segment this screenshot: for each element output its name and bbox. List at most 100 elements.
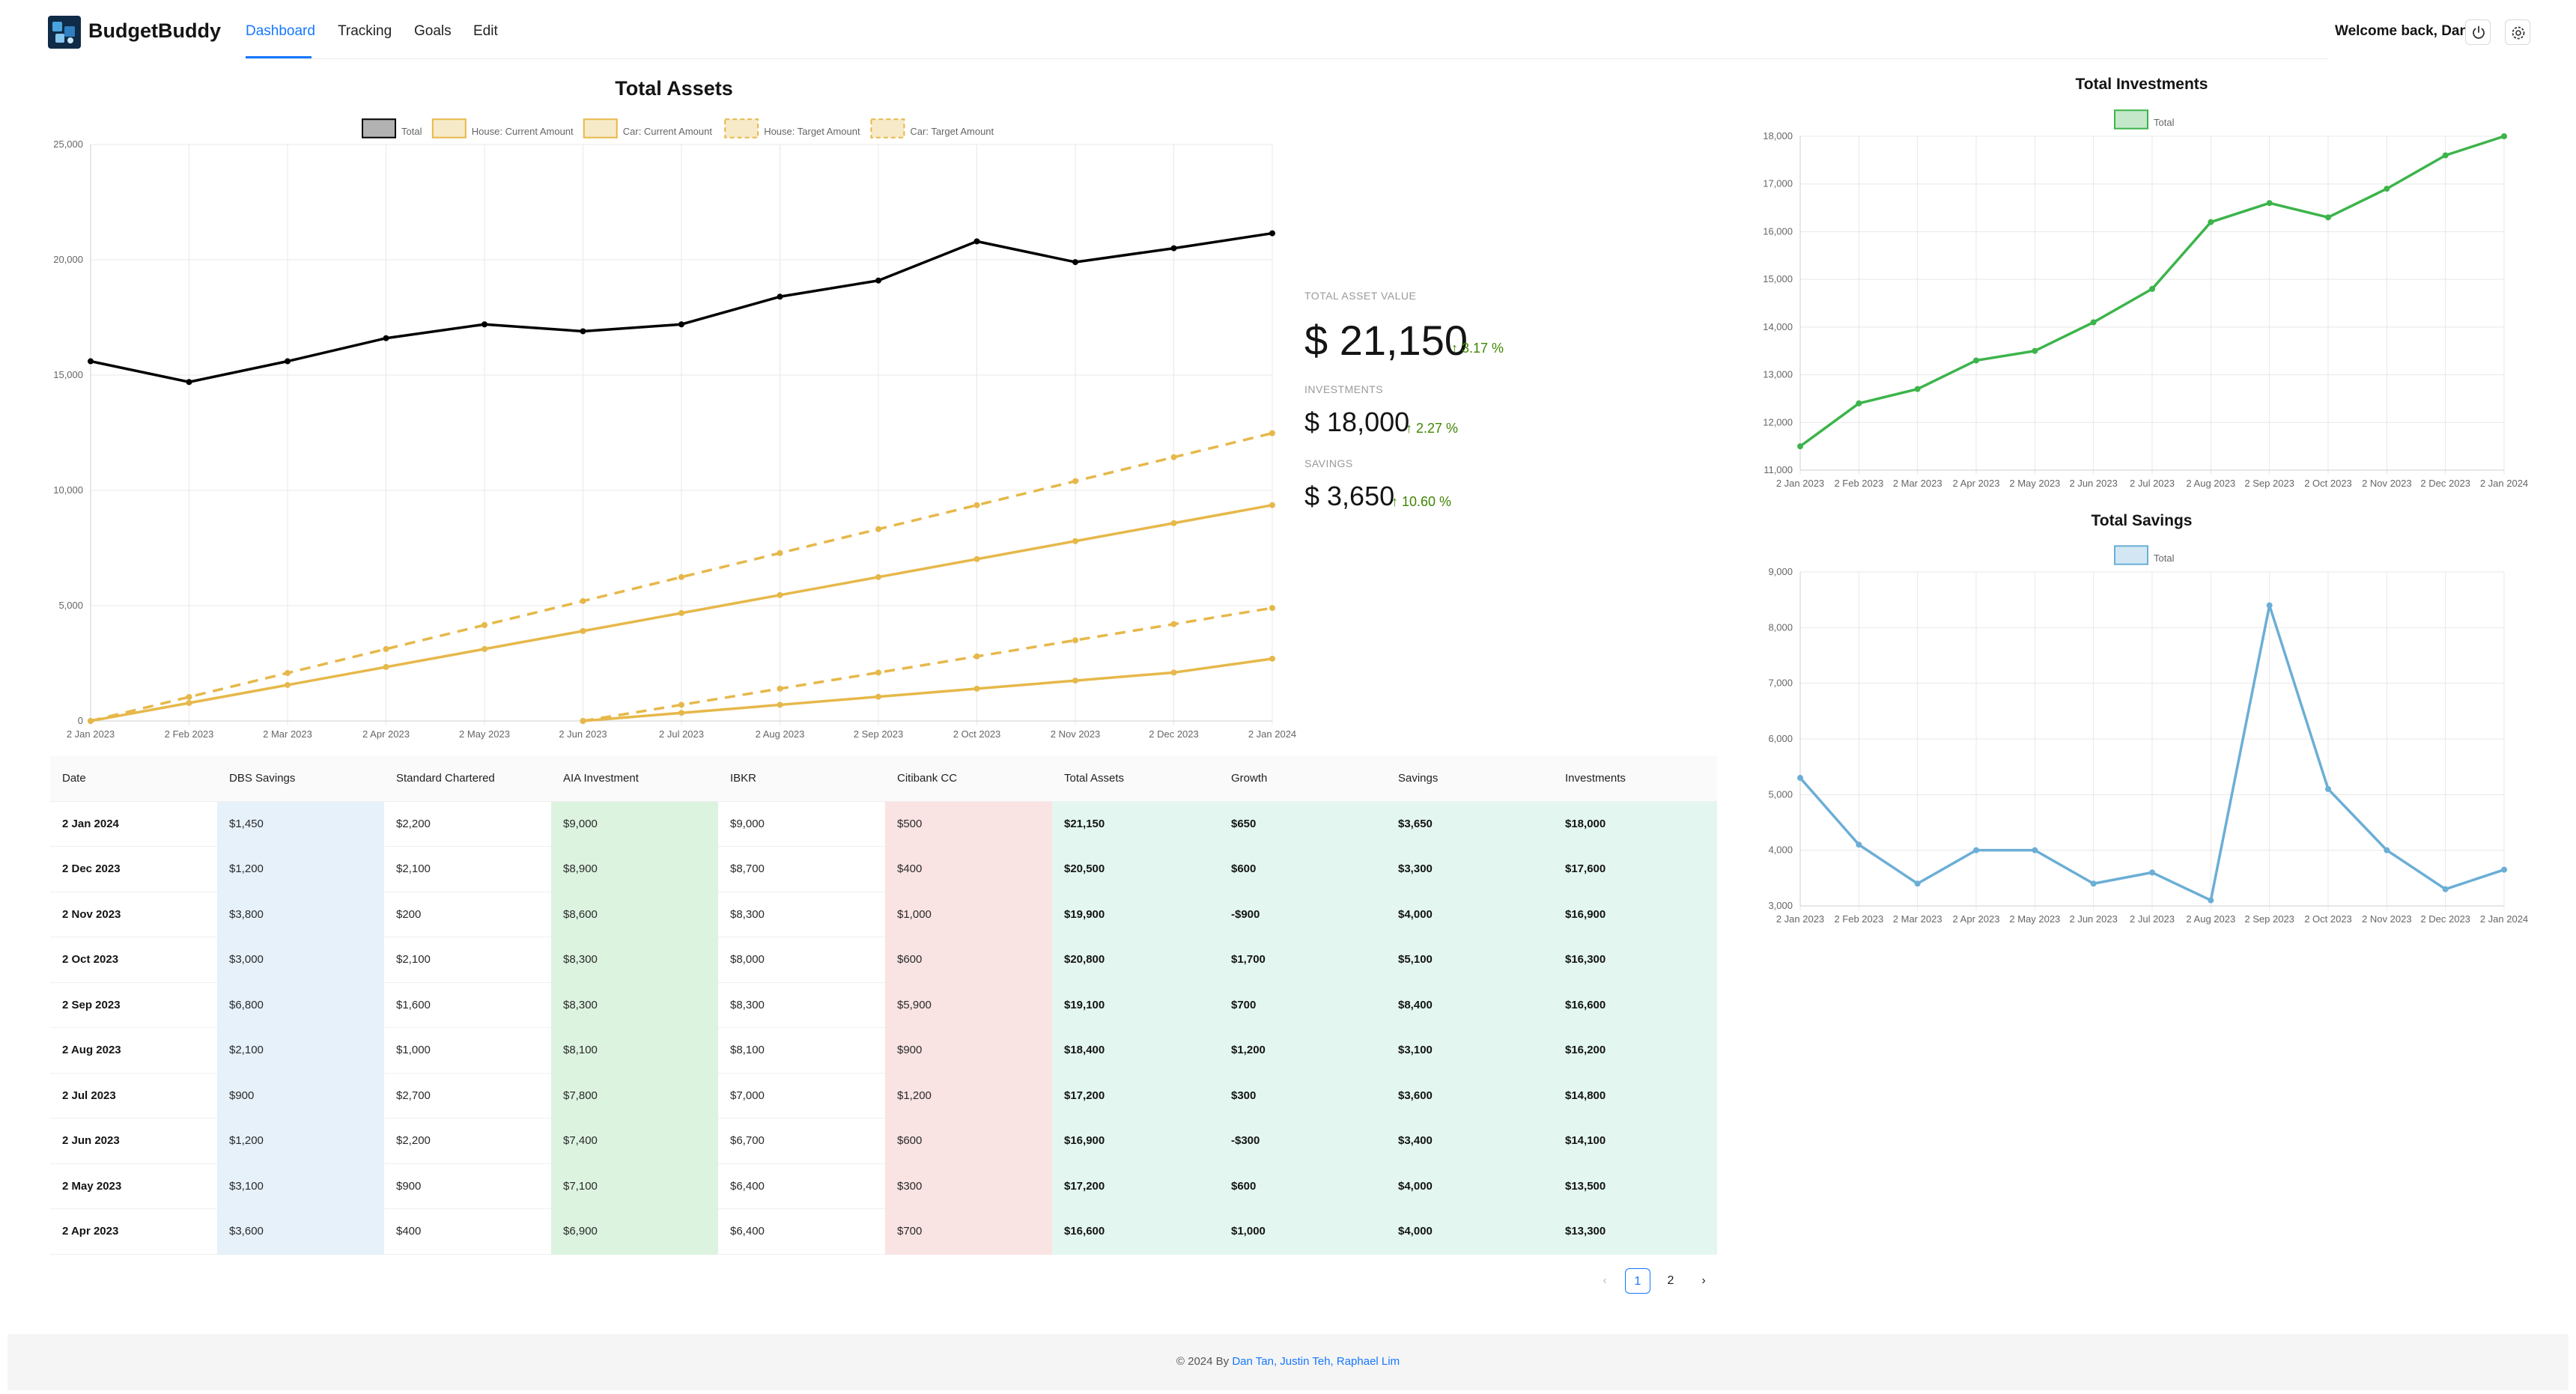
data-point xyxy=(2090,880,2097,887)
settings-button[interactable] xyxy=(2505,19,2530,45)
data-point xyxy=(2325,785,2331,792)
table-cell-aia-investment: $8,600 xyxy=(551,892,718,937)
data-point xyxy=(1973,357,1979,364)
x-tick-label: 2 Feb 2023 xyxy=(165,728,214,740)
x-tick-label: 2 Dec 2023 xyxy=(2420,478,2470,489)
footer-text: © 2024 By Dan Tan, Justin Teh, Raphael L… xyxy=(7,1355,2569,1368)
data-point xyxy=(1170,454,1177,460)
data-point xyxy=(186,379,192,386)
table-cell-ibkr: $8,000 xyxy=(718,937,885,983)
table-cell-growth: -$300 xyxy=(1219,1118,1386,1164)
x-tick-label: 2 Jan 2024 xyxy=(2480,913,2528,925)
table-cell-growth: $1,700 xyxy=(1219,937,1386,983)
footer: © 2024 By Dan Tan, Justin Teh, Raphael L… xyxy=(7,1334,2569,1390)
investments-label: INVESTMENTS xyxy=(1304,383,1384,395)
table-cell-ibkr: $6,400 xyxy=(718,1163,885,1209)
table-header-row: Date DBS Savings Standard Chartered AIA Inv… xyxy=(50,756,1717,802)
x-tick-label: 2 May 2023 xyxy=(459,728,510,740)
data-point xyxy=(383,663,389,670)
table-cell-citibank-cc: $300 xyxy=(885,1163,1052,1209)
table-cell-investments: $14,800 xyxy=(1553,1073,1717,1118)
total-asset-value: $ 21,150 xyxy=(1304,317,1468,364)
nav-goals[interactable]: Goals xyxy=(414,23,452,40)
data-point xyxy=(1170,669,1177,676)
table-cell-growth: $600 xyxy=(1219,1163,1386,1209)
table-row: 2 Oct 2023 $3,000 $2,100 $8,300 $8,000 $600 $2… xyxy=(50,937,1717,983)
data-point xyxy=(777,685,783,692)
table-cell-aia-investment: $7,800 xyxy=(551,1073,718,1118)
table-cell-dbs-savings: $3,100 xyxy=(217,1163,384,1209)
total-investments-title: Total Investments xyxy=(2075,76,2208,93)
table-cell-total-assets: $19,100 xyxy=(1052,982,1219,1028)
data-point xyxy=(383,645,389,652)
table-cell-savings: $3,650 xyxy=(1386,801,1553,847)
x-tick-label: 2 Feb 2023 xyxy=(1834,478,1883,489)
table-row: 2 Jan 2024 $1,450 $2,200 $9,000 $9,000 $500 $2… xyxy=(50,801,1717,847)
data-point xyxy=(580,328,586,335)
table-cell-total-assets: $17,200 xyxy=(1052,1073,1219,1118)
pagination-prev-button[interactable]: ‹ xyxy=(1592,1268,1617,1294)
data-point xyxy=(1973,847,1979,853)
data-point xyxy=(2384,847,2390,853)
x-tick-label: 2 Aug 2023 xyxy=(756,728,805,740)
table-cell-date: 2 Dec 2023 xyxy=(50,846,217,892)
legend-swatch xyxy=(583,118,618,139)
app-root: BudgetBuddy Dashboard Tracking Goals Edi… xyxy=(0,0,2576,1394)
data-point xyxy=(285,669,291,676)
budgetbuddy-logo-icon[interactable] xyxy=(48,16,81,49)
x-tick-label: 2 Jul 2023 xyxy=(659,728,704,740)
data-point xyxy=(2149,869,2155,876)
y-tick-label: 3,000 xyxy=(1768,900,1793,911)
pagination-page-1[interactable]: 1 xyxy=(1625,1268,1650,1294)
column-header-aia-investment: AIA Investment xyxy=(551,756,718,802)
data-point xyxy=(1170,520,1177,526)
data-point xyxy=(1269,502,1275,508)
data-point xyxy=(1914,880,1921,887)
arrow-up-icon: ↑ xyxy=(1451,341,1462,356)
data-point xyxy=(2325,214,2331,221)
legend-swatch xyxy=(431,118,467,139)
footer-authors-link[interactable]: Dan Tan, Justin Teh, Raphael Lim xyxy=(1232,1355,1400,1368)
legend-label: House: Current Amount xyxy=(472,126,574,137)
table-cell-date: 2 Sep 2023 xyxy=(50,982,217,1028)
table-cell-growth: -$900 xyxy=(1219,892,1386,937)
legend-swatch xyxy=(362,118,396,139)
data-point xyxy=(973,238,980,245)
data-point xyxy=(2384,186,2390,192)
x-tick-label: 2 May 2023 xyxy=(2009,478,2060,489)
pagination-page-2[interactable]: 2 xyxy=(1658,1268,1683,1294)
data-point xyxy=(2266,602,2273,609)
table-cell-dbs-savings: $1,200 xyxy=(217,846,384,892)
nav-edit[interactable]: Edit xyxy=(473,23,498,40)
column-header-date: Date xyxy=(50,756,217,802)
y-tick-label: 0 xyxy=(78,715,83,726)
y-tick-label: 15,000 xyxy=(53,369,83,380)
table-cell-dbs-savings: $6,800 xyxy=(217,982,384,1028)
table-cell-investments: $13,300 xyxy=(1553,1208,1717,1255)
table-cell-citibank-cc: $600 xyxy=(885,937,1052,983)
data-point xyxy=(2149,285,2155,292)
y-tick-label: 18,000 xyxy=(1763,130,1793,141)
table-cell-growth: $600 xyxy=(1219,846,1386,892)
table-cell-savings: $4,000 xyxy=(1386,1163,1553,1209)
y-tick-label: 6,000 xyxy=(1768,733,1793,744)
x-tick-label: 2 Jan 2023 xyxy=(1776,913,1824,925)
nav-dashboard[interactable]: Dashboard xyxy=(246,23,315,40)
table-cell-aia-investment: $8,100 xyxy=(551,1027,718,1074)
x-tick-label: 2 Feb 2023 xyxy=(1834,913,1883,925)
x-tick-label: 2 Apr 2023 xyxy=(362,728,410,740)
data-point xyxy=(1856,400,1862,407)
brand-name[interactable]: BudgetBuddy xyxy=(88,19,221,43)
arrow-up-icon: ↑ xyxy=(1391,494,1403,509)
logout-button[interactable] xyxy=(2465,19,2491,45)
x-tick-label: 2 Aug 2023 xyxy=(2186,913,2235,925)
nav-tracking[interactable]: Tracking xyxy=(338,23,392,40)
table-cell-ibkr: $8,700 xyxy=(718,846,885,892)
data-point xyxy=(2442,152,2449,159)
pagination-next-button[interactable]: › xyxy=(1691,1268,1716,1294)
data-point xyxy=(2208,897,2214,904)
table-cell-aia-investment: $8,300 xyxy=(551,937,718,983)
data-point xyxy=(482,621,487,628)
top-header: BudgetBuddy Dashboard Tracking Goals Edi… xyxy=(0,0,2576,60)
data-point xyxy=(1072,478,1078,484)
